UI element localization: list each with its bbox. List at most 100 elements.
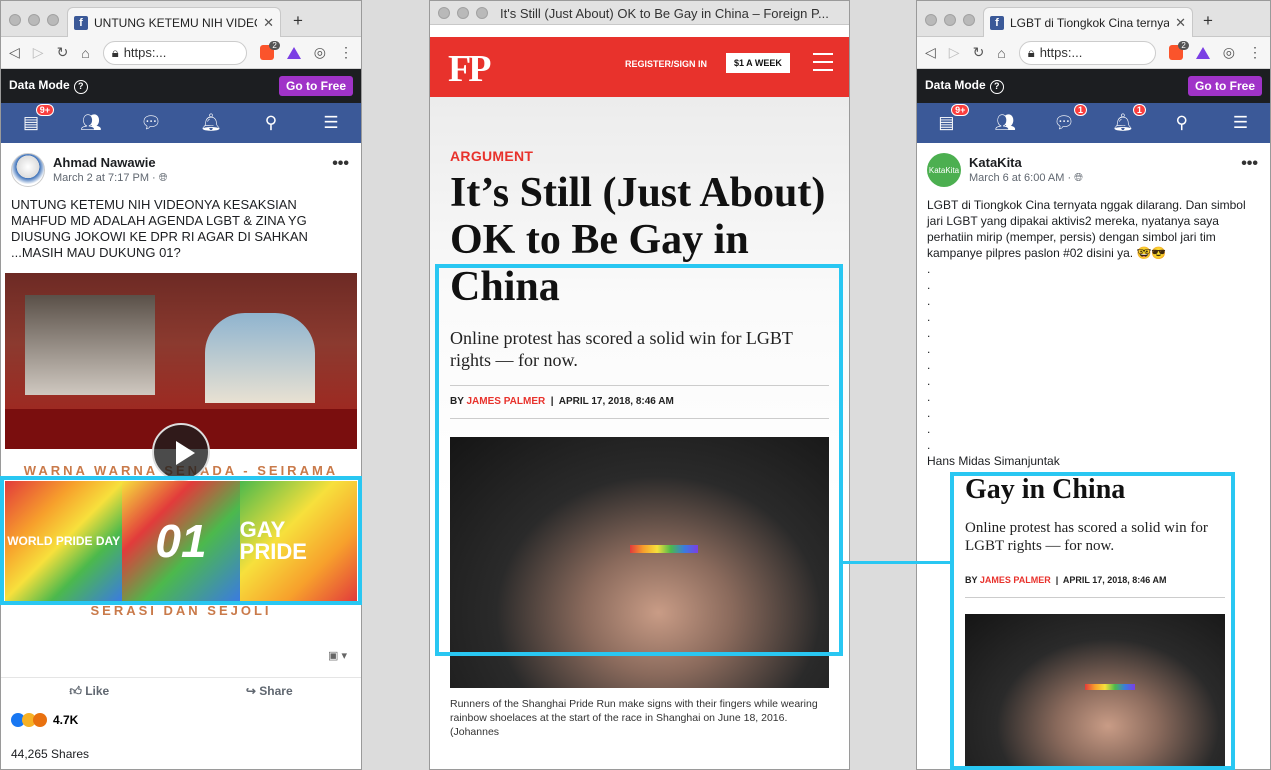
article-photo (450, 437, 829, 688)
browser-tab[interactable]: f UNTUNG KETEMU NIH VIDEONYA ✕ (67, 7, 281, 37)
search-icon[interactable]: ⚲ (1171, 113, 1193, 133)
post-author[interactable]: KataKita (969, 155, 1083, 170)
share-arrow-icon: ↪ (245, 684, 260, 698)
help-icon[interactable]: ? (73, 80, 88, 94)
browser-toolbar: ◁ ▷ ↻ ⌂ 🔒︎ https:... 2 ◎ ⋮ (917, 37, 1270, 69)
data-mode-bar: Data Mode? Go to Free (1, 69, 361, 103)
right-browser-window: f LGBT di Tiongkok Cina ternyata ✕ + ◁ ▷… (916, 0, 1271, 770)
dot-line: . (927, 278, 931, 292)
home-icon[interactable]: ⌂ (81, 45, 89, 61)
zoom-window-button[interactable] (963, 14, 975, 26)
article-category[interactable]: ARGUMENT (450, 148, 829, 164)
share-count[interactable]: 44,265 Shares (11, 747, 89, 761)
search-icon[interactable]: ⚲ (260, 113, 282, 133)
back-icon[interactable]: ◁ (9, 44, 20, 61)
brave-shields-icon[interactable]: 2 (1168, 41, 1189, 60)
address-bar[interactable]: 🔒︎ https:... (1018, 40, 1156, 65)
url-text: https:... (1039, 45, 1083, 60)
more-menu-icon[interactable]: ☰ (1230, 113, 1252, 133)
new-tab-button[interactable]: + (1203, 11, 1213, 31)
news-feed-icon[interactable]: ▤ 9+ (935, 104, 970, 133)
messenger-badge: 1 (1074, 104, 1088, 116)
tab-close-icon[interactable]: ✕ (1175, 15, 1186, 31)
article-dek: Online protest has scored a solid win fo… (450, 328, 793, 370)
zoom-window-button[interactable] (47, 14, 59, 26)
news-feed-icon[interactable]: ▤ 9+ (20, 104, 54, 133)
comparison-stage: f UNTUNG KETEMU NIH VIDEONYA ✕ + ◁ ▷ ↻ ⌂… (0, 0, 1271, 770)
pride-banner: WORLD PRIDE DAY 01 GAY PRIDE (5, 481, 357, 601)
go-to-free-button[interactable]: Go to Free (278, 76, 353, 96)
world-pride-day-tile: WORLD PRIDE DAY (5, 481, 123, 601)
middle-browser-window: It's Still (Just About) OK to Be Gay in … (429, 0, 850, 770)
video-person-right (205, 313, 315, 403)
data-mode-bar: Data Mode? Go to Free (917, 69, 1270, 103)
rainbow-headband (1085, 684, 1135, 690)
angry-reaction-icon (33, 713, 47, 727)
dot-line: . (927, 438, 931, 452)
notifications-icon[interactable]: 🔔︎ 1 (1112, 104, 1146, 133)
play-button[interactable] (152, 423, 210, 481)
reload-icon[interactable]: ↻ (57, 44, 69, 61)
brave-rewards-icon[interactable] (286, 46, 301, 59)
tab-close-icon[interactable]: ✕ (263, 15, 274, 31)
avatar[interactable]: KataKita (927, 153, 961, 187)
subscribe-button[interactable]: $1 A WEEK (726, 53, 790, 73)
notifications-icon[interactable]: 🔔︎ (200, 113, 222, 133)
reaction-count: 4.7K (53, 713, 79, 727)
menu-icon[interactable]: ⋮ (1248, 44, 1262, 61)
brave-shields-icon[interactable]: 2 (259, 41, 280, 60)
zoom-window-button[interactable] (476, 7, 488, 19)
friends-icon[interactable]: 👥︎ (994, 113, 1016, 133)
more-menu-icon[interactable]: ☰ (320, 113, 342, 133)
left-titlebar: f UNTUNG KETEMU NIH VIDEONYA ✕ + (1, 1, 361, 37)
shields-count: 2 (1178, 41, 1189, 50)
messenger-icon[interactable]: 💬︎ (140, 113, 162, 133)
go-to-free-button[interactable]: Go to Free (1187, 76, 1262, 96)
share-button[interactable]: ↪ Share (246, 684, 293, 699)
lock-icon: 🔒︎ (111, 44, 119, 60)
hamburger-menu-icon[interactable] (813, 53, 833, 77)
post-video[interactable]: WARNA WARNA SENADA - SEIRAMA WORLD PRIDE… (5, 273, 357, 625)
dot-line: . (927, 358, 931, 372)
profile-icon[interactable]: ◎ (1223, 44, 1235, 61)
highlight-connector-line (843, 561, 951, 564)
post-options-icon[interactable]: ••• (1241, 155, 1258, 173)
fp-logo[interactable]: FP (448, 47, 491, 91)
minimize-window-button[interactable] (28, 14, 40, 26)
window-title: It's Still (Just About) OK to Be Gay in … (500, 6, 829, 21)
dot-line: . (927, 262, 931, 276)
window-controls (9, 14, 59, 26)
forward-icon[interactable]: ▷ (33, 44, 44, 61)
register-sign-in-link[interactable]: REGISTER/SIGN IN (625, 59, 707, 69)
post-options-icon[interactable]: ••• (332, 155, 349, 173)
home-icon[interactable]: ⌂ (997, 45, 1005, 61)
reaction-summary[interactable]: 4.7K (11, 713, 78, 727)
author-link[interactable]: JAMES PALMER (467, 396, 546, 407)
messenger-icon[interactable]: 💬︎ 1 (1053, 104, 1088, 133)
close-window-button[interactable] (438, 7, 450, 19)
close-window-button[interactable] (9, 14, 21, 26)
menu-icon[interactable]: ⋮ (339, 44, 353, 61)
back-icon[interactable]: ◁ (925, 44, 936, 61)
reload-icon[interactable]: ↻ (973, 44, 985, 61)
minimize-window-button[interactable] (457, 7, 469, 19)
share-as-dropdown-icon[interactable]: ▣ ▾ (328, 649, 347, 662)
close-window-button[interactable] (925, 14, 937, 26)
browser-tab[interactable]: f LGBT di Tiongkok Cina ternyata ✕ (983, 7, 1193, 37)
address-bar[interactable]: 🔒︎ https:... (102, 40, 247, 65)
post-author[interactable]: Ahmad Nawawie (53, 155, 168, 170)
brave-rewards-icon[interactable] (1195, 46, 1210, 59)
avatar[interactable] (11, 153, 45, 187)
lock-icon: 🔒︎ (1027, 44, 1035, 60)
post-time: March 2 at 7:17 PM · 🌐︎ (53, 172, 168, 184)
article-headline: It’s Still (Just About) OK to Be Gay in … (450, 170, 826, 310)
forward-icon[interactable]: ▷ (949, 44, 960, 61)
post-text: LGBT di Tiongkok Cina ternyata nggak dil… (927, 198, 1246, 260)
profile-icon[interactable]: ◎ (314, 44, 326, 61)
minimize-window-button[interactable] (944, 14, 956, 26)
help-icon[interactable]: ? (989, 80, 1004, 94)
friends-icon[interactable]: 👥︎ (80, 113, 102, 133)
like-button[interactable]: 👍︎ Like (69, 684, 109, 699)
new-tab-button[interactable]: + (293, 11, 303, 31)
embed-author: JAMES PALMER (979, 575, 1051, 585)
